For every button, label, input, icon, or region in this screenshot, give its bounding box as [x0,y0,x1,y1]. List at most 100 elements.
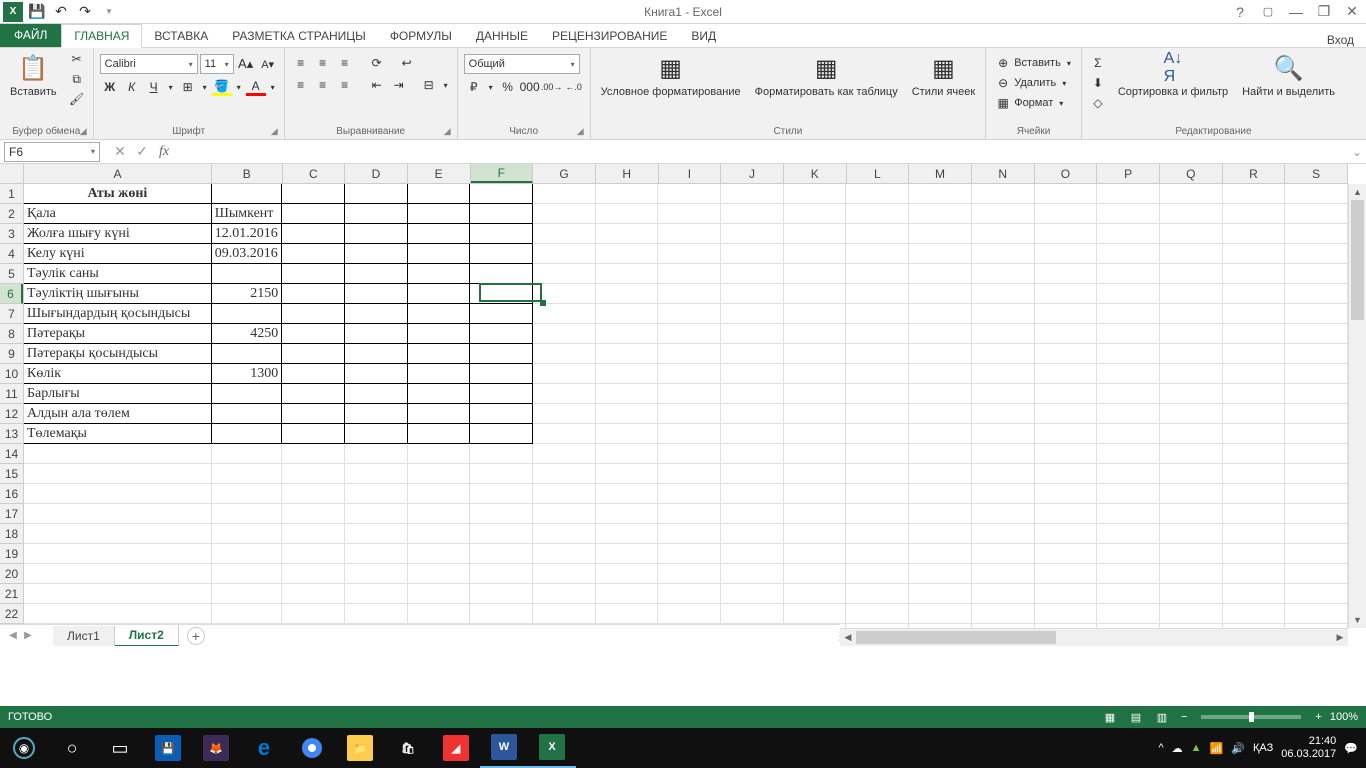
cell-S14[interactable] [1285,444,1348,464]
row-header-4[interactable]: 4 [0,244,23,264]
cell-P16[interactable] [1097,484,1160,504]
cell-F1[interactable] [470,184,533,204]
cell-A7[interactable]: Шығындардың қосындысы [24,304,212,324]
tray-language[interactable]: ҚАЗ [1253,742,1273,754]
column-header-I[interactable]: I [659,164,722,183]
fill-color-button[interactable]: 🪣 [212,78,232,96]
cell-R7[interactable] [1223,304,1286,324]
row-header-18[interactable]: 18 [0,524,23,544]
cell-Q9[interactable] [1160,344,1223,364]
cell-S17[interactable] [1285,504,1348,524]
cell-K16[interactable] [784,484,847,504]
cell-J21[interactable] [721,584,784,604]
cell-L21[interactable] [846,584,909,604]
cell-S6[interactable] [1285,284,1348,304]
cell-K21[interactable] [784,584,847,604]
cell-F4[interactable] [470,244,533,264]
row-header-14[interactable]: 14 [0,444,23,464]
cell-R19[interactable] [1223,544,1286,564]
autosum-button[interactable]: Σ [1088,54,1108,72]
cell-J7[interactable] [721,304,784,324]
cell-L4[interactable] [846,244,909,264]
column-header-H[interactable]: H [596,164,659,183]
cell-H20[interactable] [596,564,659,584]
scroll-down-arrow[interactable]: ▼ [1349,612,1366,628]
cell-M3[interactable] [909,224,972,244]
cell-H14[interactable] [596,444,659,464]
cell-N19[interactable] [972,544,1035,564]
cell-B7[interactable] [212,304,283,324]
cell-Q10[interactable] [1160,364,1223,384]
sheet-tab-2[interactable]: Лист2 [115,625,179,647]
cell-L8[interactable] [846,324,909,344]
cell-R2[interactable] [1223,204,1286,224]
cell-J1[interactable] [721,184,784,204]
cell-I9[interactable] [658,344,721,364]
tab-insert[interactable]: ВСТАВКА [142,25,220,47]
cell-C15[interactable] [282,464,345,484]
formula-input[interactable] [180,142,1348,162]
tab-review[interactable]: РЕЦЕНЗИРОВАНИЕ [540,25,679,47]
cell-E13[interactable] [408,424,471,444]
cell-D1[interactable] [345,184,408,204]
cell-F19[interactable] [470,544,533,564]
cell-H6[interactable] [596,284,659,304]
cell-O10[interactable] [1035,364,1098,384]
cell-E5[interactable] [408,264,471,284]
align-middle-button[interactable]: ≡ [313,54,333,72]
cell-Q14[interactable] [1160,444,1223,464]
column-header-F[interactable]: F [471,164,534,183]
scroll-left-arrow[interactable]: ◀ [840,629,856,646]
underline-dropdown[interactable]: ▾ [166,78,176,96]
cell-I1[interactable] [658,184,721,204]
borders-button[interactable]: ⊞ [178,78,198,96]
cell-E6[interactable] [408,284,471,304]
cell-S12[interactable] [1285,404,1348,424]
alignment-dialog-launcher[interactable]: ◢ [444,126,451,137]
cell-Q5[interactable] [1160,264,1223,284]
cell-J13[interactable] [721,424,784,444]
row-header-19[interactable]: 19 [0,544,23,564]
clear-button[interactable]: ◇ [1088,94,1108,112]
cell-K22[interactable] [784,604,847,624]
sort-filter-button[interactable]: А↓Я Сортировка и фильтр [1114,50,1232,100]
cell-K18[interactable] [784,524,847,544]
row-header-1[interactable]: 1 [0,184,23,204]
cell-G18[interactable] [533,524,596,544]
cell-R10[interactable] [1223,364,1286,384]
cell-A5[interactable]: Тәулік саны [24,264,212,284]
ribbon-display-button[interactable]: ▢ [1254,1,1282,23]
scroll-right-arrow[interactable]: ▶ [1332,629,1348,646]
cell-H11[interactable] [596,384,659,404]
cell-B1[interactable] [212,184,283,204]
cell-S9[interactable] [1285,344,1348,364]
cell-I3[interactable] [658,224,721,244]
cell-J10[interactable] [721,364,784,384]
task-view-button[interactable]: ▭ [96,728,144,768]
cell-R12[interactable] [1223,404,1286,424]
cell-G17[interactable] [533,504,596,524]
cell-G16[interactable] [533,484,596,504]
conditional-formatting-button[interactable]: ▦ Условное форматирование [597,50,745,100]
tab-page-layout[interactable]: РАЗМЕТКА СТРАНИЦЫ [220,25,378,47]
row-header-16[interactable]: 16 [0,484,23,504]
cell-C20[interactable] [282,564,345,584]
row-header-17[interactable]: 17 [0,504,23,524]
tray-action-center-icon[interactable]: 💬 [1344,742,1358,755]
cell-E4[interactable] [408,244,471,264]
cell-B6[interactable]: 2150 [212,284,283,304]
cell-J6[interactable] [721,284,784,304]
cell-E14[interactable] [408,444,471,464]
cell-G22[interactable] [533,604,596,624]
cell-B10[interactable]: 1300 [212,364,283,384]
cell-D10[interactable] [345,364,408,384]
cell-P1[interactable] [1097,184,1160,204]
cell-O13[interactable] [1035,424,1098,444]
cell-P5[interactable] [1097,264,1160,284]
cell-E7[interactable] [408,304,471,324]
cell-F10[interactable] [470,364,533,384]
cell-J20[interactable] [721,564,784,584]
cell-F3[interactable] [470,224,533,244]
cell-I17[interactable] [658,504,721,524]
cell-C13[interactable] [282,424,345,444]
